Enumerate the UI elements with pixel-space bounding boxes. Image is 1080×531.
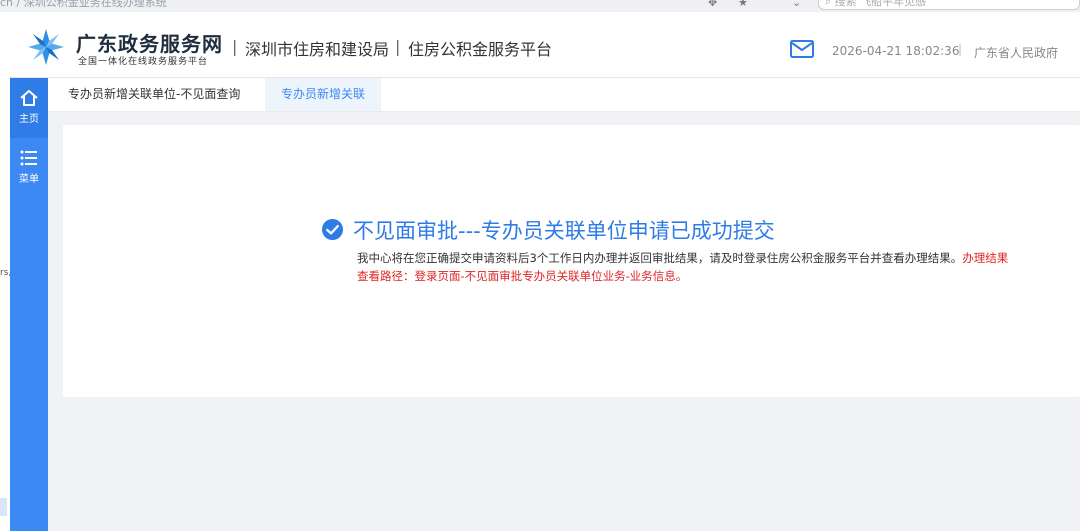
platform-name: 住房公积金服务平台 [408,40,553,59]
dept-name: 深圳市住房和建设局 [245,40,390,59]
result-message-text: 我中心将在您正确提交申请资料后3个工作日内办理并返回审批结果，请及时登录住房公积… [357,251,963,265]
left-edge-highlight [0,498,7,516]
success-title: 不见面审批---专办员关联单位申请已成功提交 [353,219,775,243]
header-separator: | [395,37,401,56]
search-icon: ⌕ [825,0,835,8]
nav-home-label: 主页 [19,114,39,125]
chevron-down-icon[interactable]: ⌄ [792,0,801,9]
result-card: 不见面审批---专办员关联单位申请已成功提交 我中心将在您正确提交申请资料后3个… [63,125,1080,397]
tab-query[interactable]: 专办员新增关联单位-不见面查询 [52,78,256,111]
side-nav: 主页 菜单 [10,78,48,531]
home-icon [20,90,38,106]
mail-icon[interactable] [790,40,814,58]
search-placeholder: 搜索 飞船平年见感 [834,0,927,8]
site-header: 广东政务服务网 全国一体化在线政务服务平台 | 深圳市住房和建设局 | 住房公积… [10,12,1080,78]
list-menu-icon [20,150,37,166]
nav-menu-label: 菜单 [19,174,39,185]
url-fragment[interactable]: cn / 深圳公积金业务在线办理系统 [0,0,167,10]
browser-search-input[interactable]: ⌕ 搜索 飞船平年见感 [818,0,1080,10]
brand-title[interactable]: 广东政务服务网 [76,28,223,57]
tab-bar: 专办员新增关联单位-不见面查询 专办员新增关联 [48,78,1080,112]
bookmark-icon[interactable]: ★ [738,0,748,9]
result-message: 我中心将在您正确提交申请资料后3个工作日内办理并返回审批结果，请及时登录住房公积… [357,249,1017,285]
nav-home-button[interactable]: 主页 [10,78,48,138]
site-logo-icon[interactable] [26,27,66,67]
header-separator: | [958,42,963,56]
current-datetime: 2026-04-21 18:02:36 [832,44,960,58]
header-separator: | [232,37,238,56]
success-check-icon [321,218,344,241]
tab-new-association[interactable]: 专办员新增关联 [265,78,382,111]
nav-menu-button[interactable]: 菜单 [10,138,48,198]
extension-icon[interactable]: ✥ [708,0,717,9]
brand-subtitle: 全国一体化在线政务服务平台 [78,57,209,67]
gov-link[interactable]: 广东省人民政府 [974,44,1058,61]
